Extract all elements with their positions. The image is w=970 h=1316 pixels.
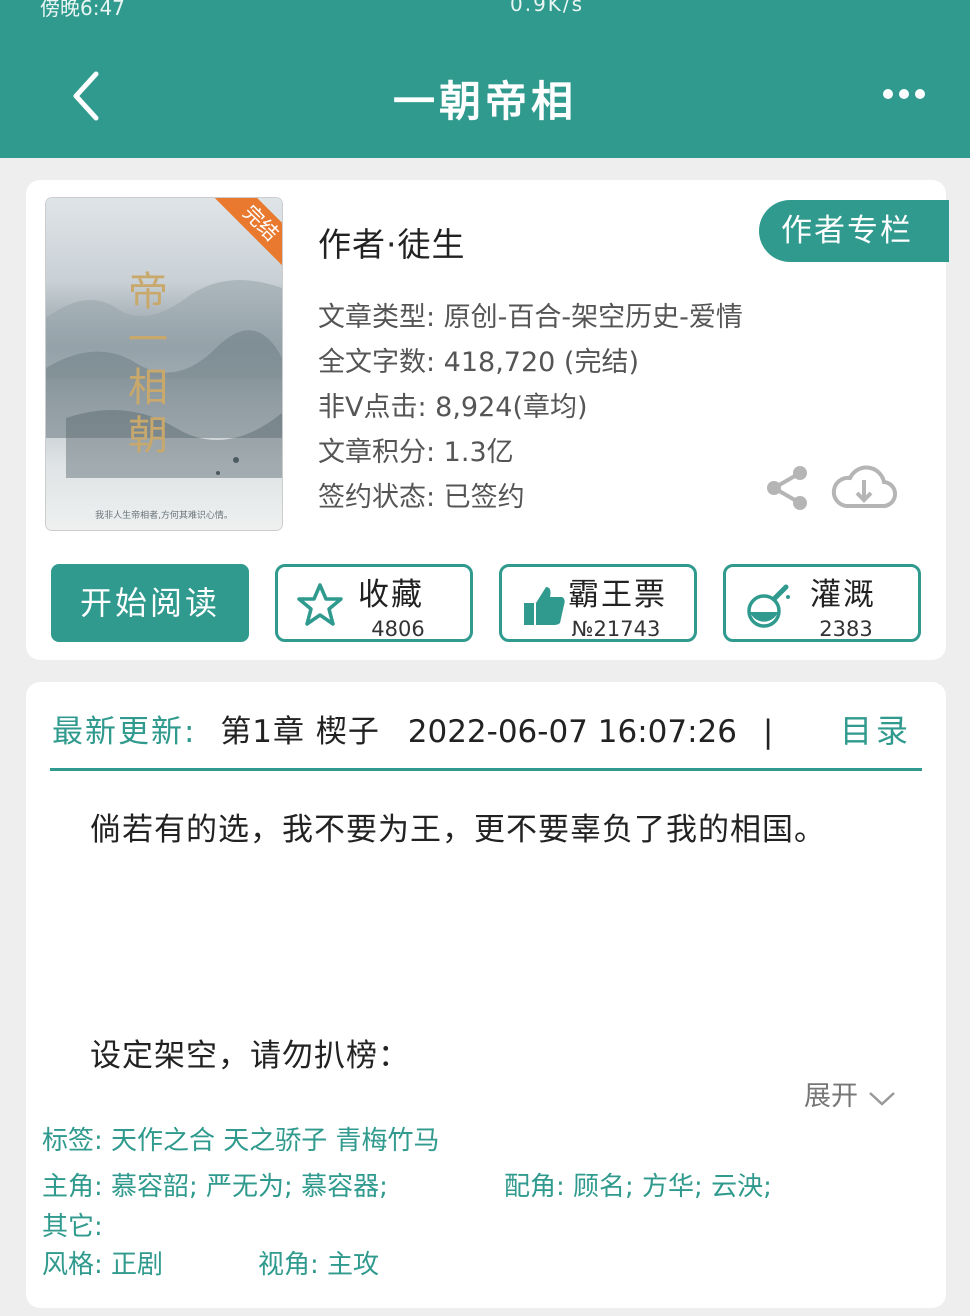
latest-update-label: 最新更新: xyxy=(52,714,197,750)
synopsis-line: 倘若有的选，我不要为王，更不要辜负了我的相国。 xyxy=(90,812,826,848)
description-card: 最新更新: 第1章 楔子 2022-06-07 16:07:26 | 目录 倘若… xyxy=(26,682,946,1308)
info-word-count: 全文字数: 418,720 (完结) xyxy=(318,347,639,378)
author-column-button[interactable]: 作者专栏 xyxy=(759,200,949,262)
cloud-download-icon[interactable] xyxy=(830,462,898,512)
cover-caption: 我非人生帝相者,方何其难识心情。 xyxy=(95,511,233,521)
book-cover[interactable]: 帝 一 相 朝 完结 我非人生帝相者,方何其难识心情。 xyxy=(46,198,282,530)
nutrient-count: 2383 xyxy=(819,617,873,641)
status-bar: 傍晚6:47 0.9K/s xyxy=(0,0,970,22)
perspective-row: 视角: 主攻 xyxy=(258,1250,380,1280)
page-title: 一朝帝相 xyxy=(392,77,577,126)
cover-title-line: 帝 一 xyxy=(128,269,174,363)
book-info-list: 文章类型: 原创-百合-架空历史-爱情 全文字数: 418,720 (完结) 非… xyxy=(318,298,743,523)
cover-title-line: 相 朝 xyxy=(128,365,174,459)
protagonists-row: 主角: 慕容韶; 严无为; 慕容器; xyxy=(42,1172,388,1202)
expand-label: 展开 xyxy=(804,1081,858,1112)
chevron-down-icon xyxy=(868,1091,895,1106)
nutrient-label: 灌溉 xyxy=(810,577,876,613)
header: 一朝帝相 xyxy=(0,22,970,158)
nutrient-button[interactable]: 灌溉 2383 xyxy=(723,564,921,642)
latest-chapter[interactable]: 第1章 楔子 xyxy=(220,714,380,750)
expand-synopsis-button[interactable]: 展开 xyxy=(804,1074,897,1113)
info-sign-status: 签约状态: 已签约 xyxy=(318,482,525,513)
separator: | xyxy=(762,714,774,750)
cover-title: 帝 一 相 朝 xyxy=(128,268,224,460)
bookmark-button[interactable]: 收藏 4806 xyxy=(275,564,473,642)
others-row: 其它: xyxy=(42,1212,103,1242)
overlord-ticket-count: №21743 xyxy=(571,617,661,641)
latest-update-time: 2022-06-07 16:07:26 xyxy=(407,714,737,750)
bookmark-label: 收藏 xyxy=(358,577,424,613)
divider xyxy=(50,768,922,771)
table-of-contents-link[interactable]: 目录 xyxy=(840,706,912,752)
book-info-card: 帝 一 相 朝 完结 我非人生帝相者,方何其难识心情。 作者·徒生 作者专栏 文… xyxy=(26,180,949,660)
more-options-icon[interactable] xyxy=(880,86,928,102)
star-icon xyxy=(297,583,343,626)
overlord-ticket-button[interactable]: 霸王票 №21743 xyxy=(499,564,697,642)
supporting-roles-row: 配角: 顾名; 方华; 云泱; xyxy=(504,1172,772,1202)
author-name[interactable]: 作者·徒生 xyxy=(318,218,466,266)
latest-update-row[interactable]: 最新更新: 第1章 楔子 2022-06-07 16:07:26 | xyxy=(52,706,922,754)
synopsis-line: 设定架空，请勿扒榜： xyxy=(90,1038,410,1074)
style-row: 风格: 正剧 xyxy=(42,1250,164,1280)
bookmark-count: 4806 xyxy=(371,617,425,641)
info-clicks: 非V点击: 8,924(章均) xyxy=(318,392,588,423)
tags-row[interactable]: 标签: 天作之合 天之骄子 青梅竹马 xyxy=(42,1120,440,1157)
info-score: 文章积分: 1.3亿 xyxy=(318,437,514,468)
share-icon[interactable] xyxy=(764,464,812,512)
status-network-speed: 0.9K/s xyxy=(510,0,585,16)
thumbs-up-icon xyxy=(524,587,565,625)
start-reading-button[interactable]: 开始阅读 xyxy=(51,564,249,642)
status-time: 傍晚6:47 xyxy=(40,0,125,20)
overlord-ticket-label: 霸王票 xyxy=(568,577,667,613)
info-genre: 文章类型: 原创-百合-架空历史-爱情 xyxy=(318,302,743,333)
nutrient-flask-icon xyxy=(747,584,790,628)
